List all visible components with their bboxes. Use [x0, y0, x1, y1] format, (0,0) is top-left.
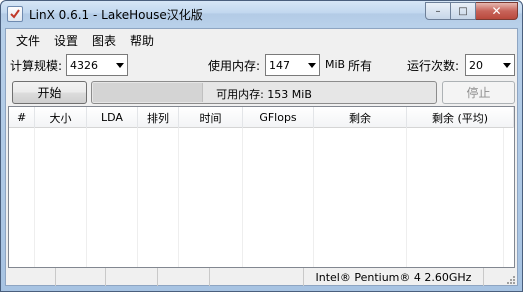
column-divider	[242, 128, 243, 267]
chevron-down-icon	[503, 63, 511, 68]
status-cpu-info: Intel® Pentium® 4 2.60GHz	[304, 268, 484, 286]
column-divider	[34, 128, 35, 267]
column-divider	[503, 128, 504, 267]
status-bar: Intel® Pentium® 4 2.60GHz	[6, 268, 517, 286]
column-header-residual-avg[interactable]: 剩余 (平均)	[407, 107, 514, 128]
memory-all-label[interactable]: 所有	[348, 57, 372, 74]
column-divider	[178, 128, 179, 267]
column-header-index[interactable]: #	[9, 107, 35, 128]
memory-value: 147	[269, 59, 290, 72]
memory-select[interactable]: 147	[265, 54, 320, 76]
column-divider	[86, 128, 87, 267]
title-bar[interactable]: LinX 0.6.1 - LakeHouse汉化版 – □ ✕	[1, 1, 522, 27]
menu-help[interactable]: 帮助	[123, 29, 161, 49]
maximize-button[interactable]: □	[451, 2, 476, 20]
menu-graph[interactable]: 图表	[85, 29, 123, 49]
stop-button[interactable]: 停止	[442, 81, 515, 104]
table-header: # 大小 LDA 排列 时间 GFlops 剩余 剩余 (平均)	[9, 107, 514, 128]
results-table[interactable]: # 大小 LDA 排列 时间 GFlops 剩余 剩余 (平均)	[8, 106, 515, 268]
memory-label: 使用内存:	[208, 59, 261, 73]
status-panel	[106, 268, 158, 286]
close-button[interactable]: ✕	[476, 2, 518, 20]
size-grip-icon[interactable]	[505, 274, 516, 285]
column-header-size[interactable]: 大小	[35, 107, 87, 128]
column-divider	[137, 128, 138, 267]
chevron-down-icon	[116, 63, 124, 68]
column-header-gflops[interactable]: GFlops	[243, 107, 314, 128]
window-title: LinX 0.6.1 - LakeHouse汉化版	[29, 8, 203, 22]
menu-bar: 文件 设置 图表 帮助	[6, 29, 517, 49]
client-area: 文件 设置 图表 帮助 计算规模: 4326 使用内存: 147 MiB 所有 …	[5, 28, 518, 286]
minimize-button[interactable]: –	[425, 2, 451, 20]
memory-unit: MiB	[325, 58, 346, 71]
column-header-alignment[interactable]: 排列	[138, 107, 179, 128]
status-panel	[210, 268, 304, 286]
column-divider	[313, 128, 314, 267]
runs-label: 运行次数:	[407, 59, 460, 73]
memory-progress-bar: 可用内存: 153 MiB	[91, 81, 437, 104]
column-header-residual[interactable]: 剩余	[314, 107, 407, 128]
status-panel	[158, 268, 210, 286]
column-header-time[interactable]: 时间	[179, 107, 243, 128]
runs-select[interactable]: 20	[465, 54, 515, 76]
app-window: LinX 0.6.1 - LakeHouse汉化版 – □ ✕ 文件 设置 图表…	[0, 0, 523, 292]
problem-size-label: 计算规模:	[10, 59, 63, 73]
problem-size-select[interactable]: 4326	[66, 54, 128, 76]
caption-buttons: – □ ✕	[425, 2, 518, 20]
problem-size-value: 4326	[70, 59, 98, 72]
status-panel	[56, 268, 106, 286]
menu-settings[interactable]: 设置	[47, 29, 85, 49]
progress-text: 可用内存: 153 MiB	[216, 88, 312, 101]
menu-file[interactable]: 文件	[9, 29, 47, 49]
chevron-down-icon	[308, 63, 316, 68]
status-panel	[6, 268, 56, 286]
column-header-lda[interactable]: LDA	[87, 107, 138, 128]
column-divider	[406, 128, 407, 267]
app-icon[interactable]	[7, 6, 23, 22]
start-button[interactable]: 开始	[12, 81, 87, 104]
runs-value: 20	[469, 59, 483, 72]
